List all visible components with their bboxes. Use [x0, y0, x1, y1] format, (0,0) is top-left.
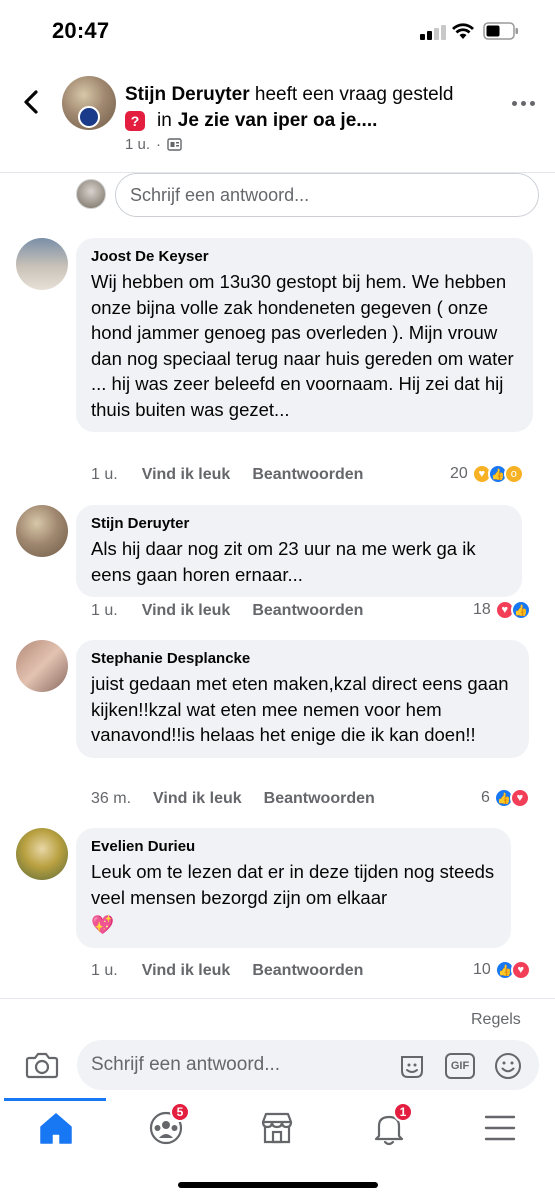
in-label: in — [157, 110, 172, 131]
post-meta: 1 u. · — [125, 136, 182, 153]
comment-actions: 36 m. Vind ik leuk Beantwoorden — [91, 790, 375, 808]
commenter-avatar[interactable] — [16, 640, 68, 692]
chevron-left-icon — [24, 90, 38, 114]
more-options-button[interactable] — [512, 98, 536, 108]
tab-marketplace[interactable] — [257, 1108, 297, 1148]
comment-emoji: 💖 — [91, 914, 115, 935]
comment-text: Leuk om te lezen dat er in deze tijden n… — [91, 861, 495, 908]
reply-button[interactable]: Beantwoorden — [252, 602, 363, 620]
commenter-avatar[interactable] — [16, 238, 68, 290]
reply-input-top[interactable]: Schrijf een antwoord... — [115, 173, 539, 217]
wow-reaction-icon: o — [503, 464, 524, 484]
like-button[interactable]: Vind ik leuk — [142, 962, 231, 980]
groups-badge: 5 — [170, 1102, 190, 1122]
battery-icon — [483, 22, 518, 40]
post-title: Stijn Deruyter heeft een vraag gesteld — [125, 84, 453, 106]
status-time: 20:47 — [52, 18, 110, 43]
meta-separator: · — [156, 136, 162, 153]
comment-text: Wij hebben om 13u30 gestopt bij hem. We … — [91, 271, 514, 420]
comment-composer[interactable]: Schrijf een antwoord... GIF — [77, 1040, 539, 1090]
cellular-signal-icon — [420, 24, 448, 40]
tab-notifications[interactable]: 1 — [369, 1102, 413, 1148]
reply-button[interactable]: Beantwoorden — [252, 962, 363, 980]
avatar-sticker-icon[interactable] — [397, 1051, 427, 1081]
reply-button[interactable]: Beantwoorden — [264, 790, 375, 808]
current-user-avatar — [76, 179, 106, 209]
active-tab-indicator — [4, 1098, 106, 1101]
like-button[interactable]: Vind ik leuk — [142, 602, 231, 620]
reaction-summary[interactable]: 20 ♥ 👍 o — [450, 464, 524, 484]
commenter-name[interactable]: Evelien Durieu — [91, 838, 495, 855]
author-avatar[interactable] — [62, 76, 116, 130]
comment-age: 1 u. — [91, 466, 118, 483]
reaction-count: 10 — [473, 961, 491, 978]
comment-actions: 1 u. Vind ik leuk Beantwoorden — [91, 466, 363, 484]
commenter-name[interactable]: Stijn Deruyter — [91, 515, 506, 532]
home-indicator — [178, 1182, 378, 1188]
comment-bubble: Stijn Deruyter Als hij daar nog zit om 2… — [76, 505, 522, 597]
comment-age: 36 m. — [91, 790, 132, 807]
commenter-name[interactable]: Joost De Keyser — [91, 248, 517, 265]
gif-label: GIF — [445, 1053, 475, 1079]
author-name[interactable]: Stijn Deruyter — [125, 84, 250, 105]
tab-menu[interactable] — [480, 1108, 520, 1148]
like-button[interactable]: Vind ik leuk — [142, 466, 231, 484]
rules-link[interactable]: Regels — [471, 1011, 521, 1029]
post-action-text: heeft een vraag gesteld — [249, 84, 454, 105]
camera-icon[interactable] — [24, 1047, 60, 1083]
like-button[interactable]: Vind ik leuk — [153, 790, 242, 808]
like-reaction-icon: 👍 — [510, 600, 531, 620]
love-reaction-icon: ♥ — [509, 788, 530, 808]
reaction-summary[interactable]: 6 👍 ♥ — [481, 788, 530, 808]
comment-bubble: Stephanie Desplancke juist gedaan met et… — [76, 640, 529, 758]
reaction-count: 18 — [473, 601, 491, 618]
comment-actions: 1 u. Vind ik leuk Beantwoorden — [91, 602, 363, 620]
post-header: Stijn Deruyter heeft een vraag gesteld ?… — [0, 64, 555, 172]
reaction-summary[interactable]: 10 👍 ♥ — [473, 960, 531, 980]
comment-bubble: Joost De Keyser Wij hebben om 13u30 gest… — [76, 238, 533, 432]
bottom-tab-bar: 5 1 — [0, 1098, 555, 1164]
post-age: 1 u. — [125, 136, 151, 153]
reply-button[interactable]: Beantwoorden — [252, 466, 363, 484]
question-icon: ? — [125, 111, 145, 131]
commenter-name[interactable]: Stephanie Desplancke — [91, 650, 513, 667]
back-button[interactable] — [14, 84, 48, 120]
commenter-avatar[interactable] — [16, 505, 68, 557]
composer-placeholder: Schrijf een antwoord... — [91, 1054, 281, 1075]
commenter-avatar[interactable] — [16, 828, 68, 880]
wifi-icon — [452, 23, 474, 39]
notifications-badge: 1 — [393, 1102, 413, 1122]
comment-text: juist gedaan met eten maken,kzal direct … — [91, 673, 509, 745]
reaction-summary[interactable]: 18 ♥ 👍 — [473, 600, 531, 620]
reaction-count: 20 — [450, 465, 468, 482]
hamburger-menu-icon — [484, 1115, 516, 1141]
gif-button[interactable]: GIF — [445, 1051, 475, 1081]
love-reaction-icon: ♥ — [510, 960, 531, 980]
comment-age: 1 u. — [91, 602, 118, 619]
footer-divider — [0, 998, 555, 999]
marketplace-icon — [261, 1112, 293, 1144]
emoji-icon[interactable] — [493, 1051, 523, 1081]
comment-actions: 1 u. Vind ik leuk Beantwoorden — [91, 962, 363, 980]
group-line: ? in Je zie van iper oa je.... — [125, 110, 377, 132]
club-badge-icon — [78, 106, 100, 128]
reaction-count: 6 — [481, 789, 490, 806]
group-privacy-icon — [167, 138, 182, 151]
group-name[interactable]: Je zie van iper oa je.... — [178, 110, 378, 132]
comment-text: Als hij daar nog zit om 23 uur na me wer… — [91, 538, 476, 585]
tab-home[interactable] — [36, 1108, 76, 1148]
comment-bubble: Evelien Durieu Leuk om te lezen dat er i… — [76, 828, 511, 948]
status-bar: 20:47 — [0, 0, 555, 64]
tab-groups[interactable]: 5 — [146, 1102, 190, 1148]
comment-age: 1 u. — [91, 962, 118, 979]
home-icon — [40, 1113, 72, 1144]
